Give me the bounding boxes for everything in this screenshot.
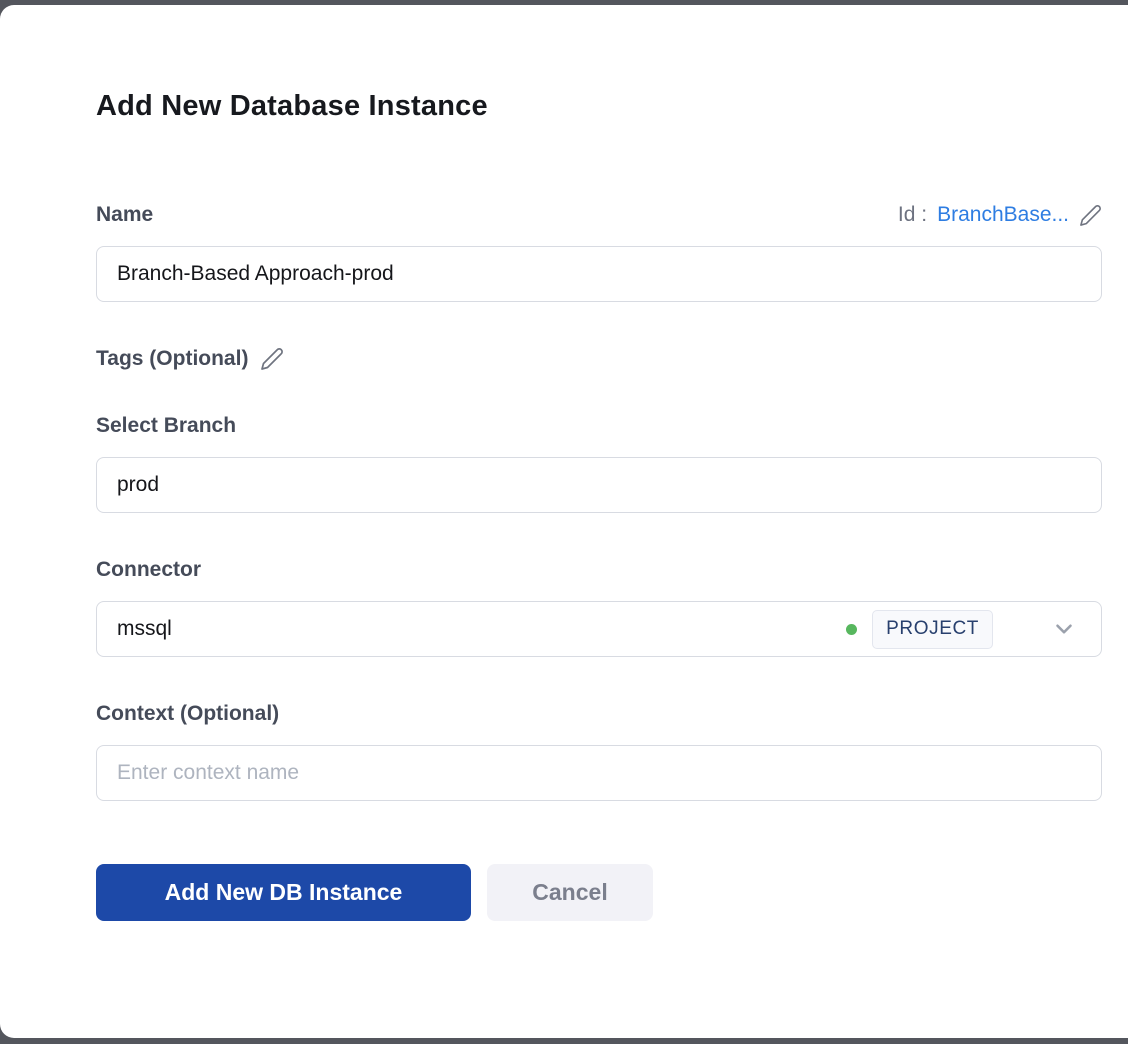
branch-field-group: Select Branch	[96, 414, 1078, 513]
branch-label-row: Select Branch	[96, 414, 1102, 438]
id-prefix-label: Id :	[898, 203, 927, 227]
edit-id-button[interactable]	[1079, 204, 1102, 227]
connector-field-group: Connector PROJECT	[96, 558, 1078, 657]
add-db-instance-modal: Add New Database Instance Name Id : Bran…	[0, 5, 1128, 1038]
pencil-icon	[260, 347, 284, 371]
context-label: Context (Optional)	[96, 702, 279, 726]
name-input[interactable]	[96, 246, 1102, 302]
chevron-down-icon[interactable]	[1051, 616, 1077, 642]
tags-field-group: Tags (Optional)	[96, 347, 1078, 371]
branch-label: Select Branch	[96, 414, 236, 438]
connector-label: Connector	[96, 558, 201, 582]
tags-label: Tags (Optional)	[96, 347, 1078, 371]
connector-label-row: Connector	[96, 558, 1102, 582]
connector-input[interactable]	[117, 617, 846, 641]
context-label-row: Context (Optional)	[96, 702, 1102, 726]
connection-status-dot	[846, 624, 857, 635]
pencil-icon	[1079, 204, 1102, 227]
branch-input[interactable]	[96, 457, 1102, 513]
context-input[interactable]	[96, 745, 1102, 801]
edit-tags-button[interactable]	[260, 347, 284, 371]
context-field-group: Context (Optional)	[96, 702, 1078, 801]
project-scope-badge: PROJECT	[872, 610, 993, 649]
tags-label-text: Tags (Optional)	[96, 347, 248, 371]
name-field-group: Name Id : BranchBase...	[96, 203, 1078, 302]
instance-id-row: Id : BranchBase...	[898, 203, 1102, 227]
connector-select[interactable]: PROJECT	[96, 601, 1102, 657]
modal-title: Add New Database Instance	[96, 90, 1078, 123]
modal-content: Add New Database Instance Name Id : Bran…	[0, 5, 1128, 921]
instance-id-link[interactable]: BranchBase...	[937, 203, 1069, 227]
name-label-row: Name Id : BranchBase...	[96, 203, 1102, 227]
add-db-instance-button[interactable]: Add New DB Instance	[96, 864, 471, 921]
modal-actions: Add New DB Instance Cancel	[96, 864, 1078, 921]
cancel-button[interactable]: Cancel	[487, 864, 653, 921]
name-label: Name	[96, 203, 153, 227]
